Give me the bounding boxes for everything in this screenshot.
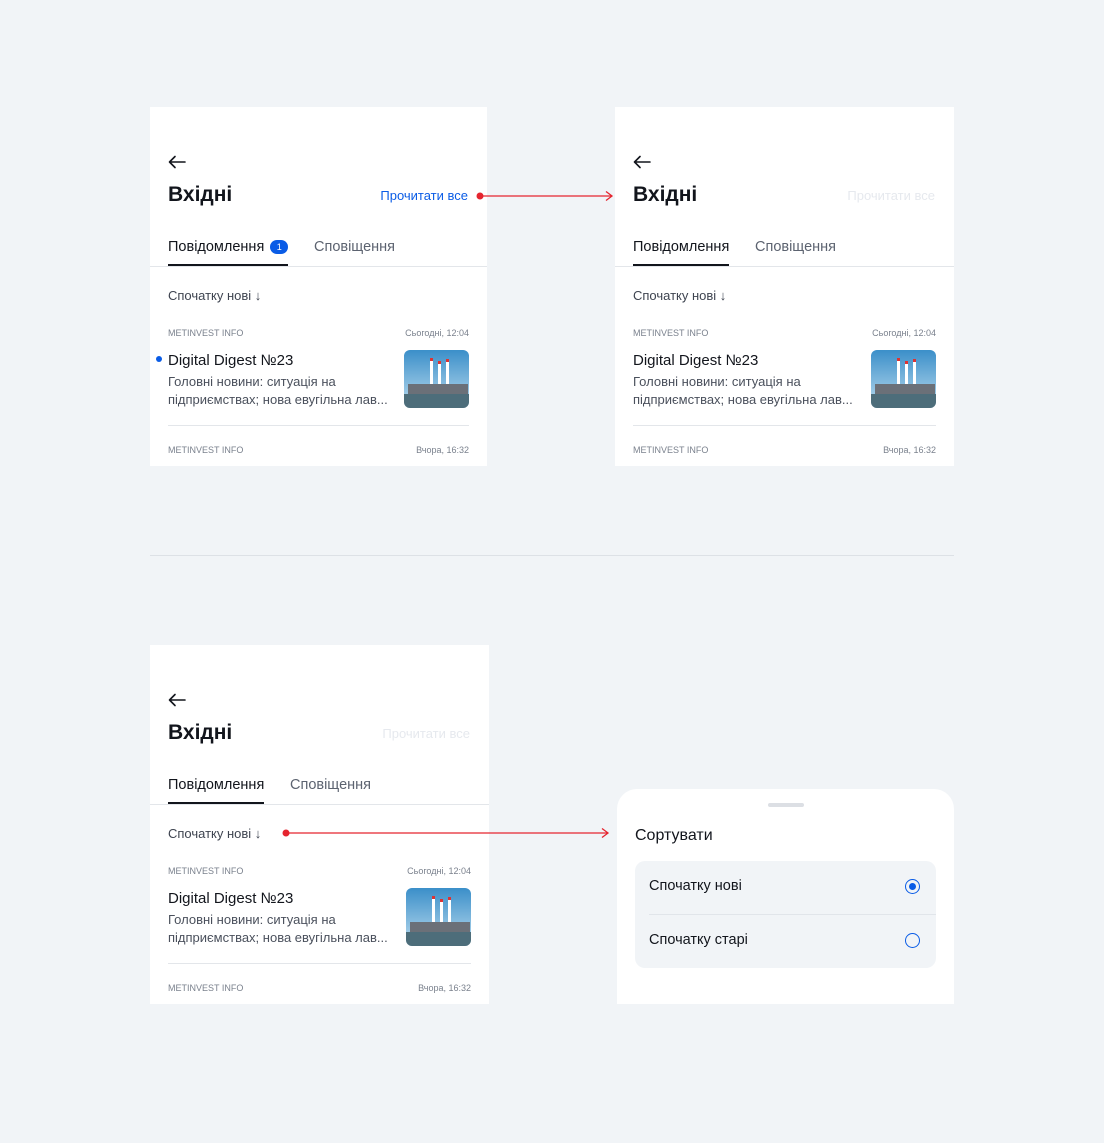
list-divider	[168, 425, 469, 426]
section-divider	[150, 555, 954, 556]
page-title: Вхідні	[168, 183, 233, 206]
read-all-button[interactable]: Прочитати все	[847, 188, 935, 203]
list-divider	[168, 963, 471, 964]
message-preview-line-1: Головні новини: ситуація на	[168, 912, 336, 927]
tab-bar: Повідомлення Сповіщення	[615, 237, 954, 267]
arrow-left-icon[interactable]	[633, 155, 651, 169]
message-time: Сьогодні, 12:04	[405, 328, 469, 338]
message-time: Сьогодні, 12:04	[872, 328, 936, 338]
sort-toggle[interactable]: Спочатку нові ↓	[168, 288, 261, 303]
unread-dot	[156, 356, 162, 362]
radio-selected-icon[interactable]	[905, 879, 920, 894]
read-all-button[interactable]: Прочитати все	[382, 726, 470, 741]
tab-messages[interactable]: Повідомлення	[633, 239, 730, 266]
flow-arrow-icon	[282, 827, 610, 839]
message-preview-line-1: Головні новини: ситуація на	[168, 374, 336, 389]
arrow-left-icon[interactable]	[168, 693, 186, 707]
page-title: Вхідні	[633, 183, 698, 206]
factory-thumbnail-image	[871, 350, 936, 408]
tab-messages[interactable]: Повідомлення	[168, 777, 265, 804]
sort-option-label: Спочатку нові	[649, 878, 742, 894]
message-title[interactable]: Digital Digest №23	[633, 352, 758, 369]
sheet-drag-handle[interactable]	[768, 803, 804, 807]
message-title[interactable]: Digital Digest №23	[168, 890, 293, 907]
arrow-left-icon[interactable]	[168, 155, 186, 169]
message-title[interactable]: Digital Digest №23	[168, 352, 293, 369]
sort-option-oldest[interactable]: Спочатку старі	[649, 915, 922, 968]
tab-bar: Повідомлення 1 Сповіщення	[150, 237, 487, 267]
tab-notifications[interactable]: Сповіщення	[314, 239, 395, 255]
message-source: METINVEST INFO	[168, 328, 244, 338]
inbox-screen-unread: Вхідні Прочитати все Повідомлення 1 Спові…	[150, 107, 487, 466]
tab-bar: Повідомлення Сповіщення	[150, 775, 489, 805]
message-preview: Головні новини: ситуація на підприємства…	[633, 373, 861, 409]
message-preview-line-1: Головні новини: ситуація на	[633, 374, 801, 389]
message-time: Вчора, 16:32	[418, 983, 471, 993]
sort-bottom-sheet: Сортувати Спочатку нові Спочатку старі	[617, 789, 954, 1004]
radio-unselected-icon[interactable]	[905, 933, 920, 948]
message-source: METINVEST INFO	[168, 983, 244, 993]
message-preview: Головні новини: ситуація на підприємства…	[168, 911, 396, 947]
tab-messages[interactable]: Повідомлення 1	[168, 239, 289, 266]
factory-thumbnail-image	[406, 888, 471, 946]
message-source: METINVEST INFO	[633, 328, 709, 338]
page-title: Вхідні	[168, 721, 233, 744]
message-preview: Головні новини: ситуація на підприємства…	[168, 373, 396, 409]
factory-thumbnail-image	[404, 350, 469, 408]
message-preview-line-2: підприємствах; нова евугільна лав...	[633, 392, 853, 407]
sort-option-label: Спочатку старі	[649, 932, 748, 948]
message-time: Вчора, 16:32	[883, 445, 936, 455]
flow-arrow-icon	[476, 190, 614, 202]
message-time: Вчора, 16:32	[416, 445, 469, 455]
message-source: METINVEST INFO	[168, 866, 244, 876]
message-preview-line-2: підприємствах; нова евугільна лав...	[168, 392, 388, 407]
tab-notifications[interactable]: Сповіщення	[290, 777, 371, 793]
list-divider	[633, 425, 936, 426]
message-source: METINVEST INFO	[633, 445, 709, 455]
sort-option-newest[interactable]: Спочатку нові	[649, 861, 922, 914]
read-all-button[interactable]: Прочитати все	[380, 188, 468, 203]
message-time: Сьогодні, 12:04	[407, 866, 471, 876]
message-source: METINVEST INFO	[168, 445, 244, 455]
tab-notifications[interactable]: Сповіщення	[755, 239, 836, 255]
sort-options-list: Спочатку нові Спочатку старі	[635, 861, 936, 968]
message-preview-line-2: підприємствах; нова евугільна лав...	[168, 930, 388, 945]
unread-count-badge: 1	[270, 240, 289, 254]
tab-messages-label: Повідомлення	[168, 239, 265, 255]
sort-toggle[interactable]: Спочатку нові ↓	[168, 826, 261, 841]
sort-toggle[interactable]: Спочатку нові ↓	[633, 288, 726, 303]
inbox-screen-read: Вхідні Прочитати все Повідомлення Сповіщ…	[615, 107, 954, 466]
sheet-title: Сортувати	[635, 827, 713, 844]
